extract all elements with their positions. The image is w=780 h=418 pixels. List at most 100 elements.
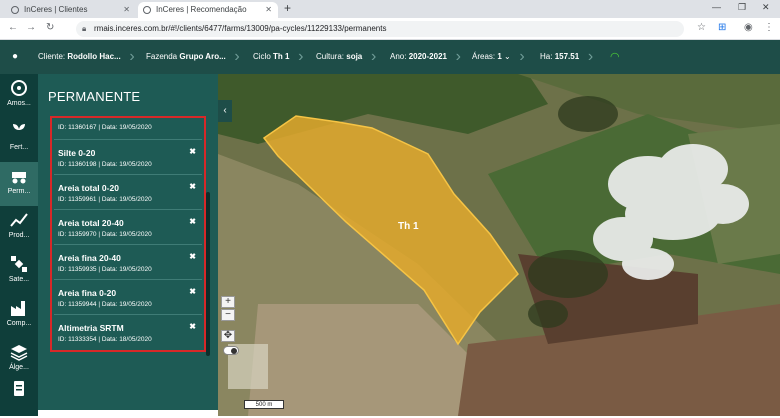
item-meta: ID: 11359944 | Data: 19/05/2020 — [58, 301, 152, 308]
nav-label: Comp... — [6, 320, 32, 327]
panel-scrollbar[interactable] — [206, 192, 210, 356]
nav-permanente[interactable]: Perm... — [0, 162, 38, 206]
layer-list: ID: 11360167 | Data: 19/05/2020 Silte 0-… — [50, 116, 206, 352]
client-label: Cliente: — [38, 52, 66, 61]
crop-label: Cultura: — [316, 52, 345, 61]
client-value: Rodollo Hac... — [67, 52, 121, 61]
list-item[interactable]: Areia fina 0-20 ✖ ID: 11359944 | Data: 1… — [54, 281, 202, 315]
hectares-value: 157.51 — [554, 52, 580, 61]
nav-composicao[interactable]: Comp... — [0, 294, 38, 338]
year-value: 2020-2021 — [408, 52, 447, 61]
areas-label: Áreas: — [472, 52, 496, 61]
delete-icon[interactable]: ✖ — [189, 252, 196, 261]
year-selector[interactable]: Ano: 2020-2021 — [390, 40, 461, 74]
cycle-selector[interactable]: Ciclo Th 1 — [253, 40, 304, 74]
item-meta: ID: 11359970 | Data: 19/05/2020 — [58, 231, 152, 238]
nav-fertilidade[interactable]: Fert... — [0, 118, 38, 162]
areas-value: 1 — [497, 52, 502, 61]
list-item[interactable]: Areia total 20-40 ✖ ID: 11359970 | Data:… — [54, 211, 202, 245]
layers-icon — [10, 345, 28, 361]
nav-label: Álge... — [9, 364, 29, 371]
translate-icon[interactable]: ⊞ — [718, 22, 726, 33]
wifi-icon: ◠ — [610, 51, 620, 63]
chevron-down-icon: ⌄ — [504, 52, 511, 61]
menu-icon[interactable]: ⋮ — [764, 22, 774, 33]
browser-tab-clientes[interactable]: InCeres | Clientes ✕ — [6, 2, 136, 18]
sampling-icon — [11, 80, 27, 96]
item-title: Altimetria SRTM — [58, 323, 124, 333]
crop-selector[interactable]: Cultura: soja — [316, 40, 377, 74]
map-imagery — [218, 74, 780, 416]
crop-value: soja — [346, 52, 363, 61]
areas-selector[interactable]: Áreas: 1 ⌄ — [472, 40, 524, 74]
app-header: ● Cliente: Rodollo Hac... Fazenda Grupo … — [0, 40, 780, 74]
close-tab-icon[interactable]: ✕ — [123, 2, 130, 18]
browser-tab-recomendacao[interactable]: InCeres | Recomendação ✕ — [138, 2, 278, 18]
delete-icon[interactable]: ✖ — [189, 217, 196, 226]
browser-tab-strip: InCeres | Clientes ✕ InCeres | Recomenda… — [0, 0, 780, 18]
layer-toggle[interactable] — [223, 346, 239, 355]
list-item[interactable]: Altimetria SRTM ✖ ID: 11333354 | Data: 1… — [54, 316, 202, 350]
nav-label: Sate... — [8, 276, 30, 283]
nav-label: Perm... — [7, 188, 31, 195]
item-meta: ID: 11360198 | Data: 19/05/2020 — [58, 161, 152, 168]
satellite-map[interactable] — [218, 74, 780, 416]
panel-title: PERMANENTE — [48, 89, 141, 104]
item-meta: ID: 11360167 | Data: 19/05/2020 — [58, 124, 152, 131]
url-text: rmais.inceres.com.br/#!/clients/6477/far… — [94, 24, 387, 33]
address-bar: ← → ↻ 🔒︎ rmais.inceres.com.br/#!/clients… — [0, 18, 780, 40]
item-meta: ID: 11359961 | Data: 19/05/2020 — [58, 196, 152, 203]
nav-produtividade[interactable]: Prod... — [0, 206, 38, 250]
nav-amostragem[interactable]: Amos... — [0, 74, 38, 118]
zoom-out-button[interactable]: − — [221, 309, 235, 321]
close-window-icon[interactable]: ✕ — [762, 2, 770, 13]
factory-icon — [11, 301, 25, 316]
tab-label: InCeres | Clientes — [24, 5, 88, 14]
chart-line-icon — [10, 213, 28, 227]
draw-tool-button[interactable]: ✥ — [221, 330, 235, 342]
item-title: Areia total 0-20 — [58, 183, 119, 193]
collapse-panel-button[interactable]: ‹ — [218, 100, 232, 122]
lock-icon: 🔒︎ — [82, 24, 87, 33]
map-scale: 500 m — [244, 400, 284, 409]
back-icon[interactable]: ← — [8, 22, 18, 33]
reload-icon[interactable]: ↻ — [46, 22, 54, 33]
minimize-icon[interactable]: — — [712, 2, 721, 12]
user-icon[interactable]: ● — [12, 40, 18, 74]
item-title: Silte 0-20 — [58, 148, 96, 158]
permanent-panel: PERMANENTE ID: 11360167 | Data: 19/05/20… — [38, 74, 218, 410]
account-icon[interactable]: ◉ — [744, 22, 753, 33]
nav-report[interactable] — [0, 374, 38, 418]
url-field[interactable]: 🔒︎ rmais.inceres.com.br/#!/clients/6477/… — [76, 21, 684, 37]
client-selector[interactable]: Cliente: Rodollo Hac... — [38, 40, 134, 74]
star-icon[interactable]: ☆ — [697, 22, 706, 33]
forward-icon[interactable]: → — [26, 22, 36, 33]
zoom-in-button[interactable]: + — [221, 296, 235, 308]
list-item[interactable]: ID: 11360167 | Data: 19/05/2020 — [54, 118, 202, 140]
left-navigation: Amos... Fert... Perm... Prod... Sate... … — [0, 74, 38, 416]
farm-selector[interactable]: Fazenda Grupo Aro... — [146, 40, 239, 74]
list-item[interactable]: Areia total 0-20 ✖ ID: 11359961 | Data: … — [54, 176, 202, 210]
maximize-icon[interactable]: ❐ — [738, 2, 746, 13]
close-tab-icon[interactable]: ✕ — [265, 2, 272, 18]
item-title: Areia fina 20-40 — [58, 253, 121, 263]
list-item[interactable]: Areia fina 20-40 ✖ ID: 11359935 | Data: … — [54, 246, 202, 280]
farm-label: Fazenda — [146, 52, 178, 61]
field-label: Th 1 — [398, 221, 419, 232]
delete-icon[interactable]: ✖ — [189, 147, 196, 156]
new-tab-button[interactable]: + — [284, 1, 291, 15]
delete-icon[interactable]: ✖ — [189, 322, 196, 331]
year-label: Ano: — [390, 52, 407, 61]
globe-icon — [11, 6, 19, 14]
item-meta: ID: 11333354 | Data: 18/05/2020 — [58, 336, 152, 343]
nav-satelite[interactable]: Sate... — [0, 250, 38, 294]
delete-icon[interactable]: ✖ — [189, 287, 196, 296]
item-meta: ID: 11359935 | Data: 19/05/2020 — [58, 266, 152, 273]
item-title: Areia fina 0-20 — [58, 288, 117, 298]
globe-icon — [143, 6, 151, 14]
list-item[interactable]: Silte 0-20 ✖ ID: 11360198 | Data: 19/05/… — [54, 141, 202, 175]
hectares-label: Ha: — [540, 52, 553, 61]
tab-label: InCeres | Recomendação — [156, 5, 247, 14]
nav-label: Amos... — [7, 100, 31, 107]
delete-icon[interactable]: ✖ — [189, 182, 196, 191]
